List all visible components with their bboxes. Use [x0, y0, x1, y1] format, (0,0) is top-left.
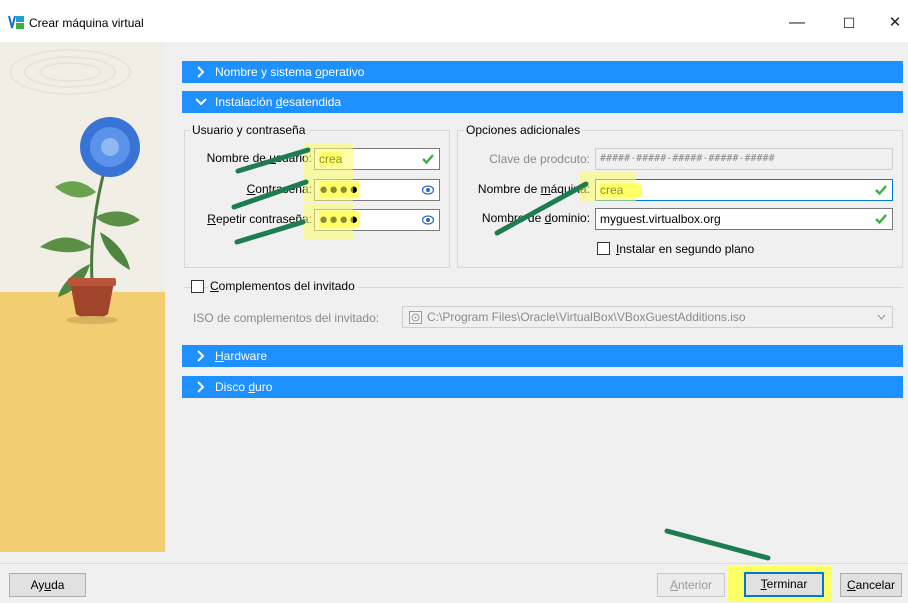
minimize-button[interactable]: —	[774, 8, 820, 38]
domain-input[interactable]: myguest.virtualbox.org	[595, 208, 893, 230]
close-button[interactable]: ✕	[872, 8, 908, 38]
show-password-icon[interactable]	[422, 215, 434, 225]
check-icon	[422, 154, 434, 165]
check-icon	[875, 214, 887, 225]
finish-button[interactable]: Terminar	[744, 572, 824, 597]
install-background-checkbox[interactable]	[597, 242, 610, 255]
check-icon	[875, 185, 887, 196]
install-background-label[interactable]: Instalar en segundo plano	[616, 242, 754, 256]
domain-label: Nombre de dominio:	[481, 211, 590, 225]
maximize-button[interactable]: ☐	[826, 8, 872, 38]
annotation-stroke	[664, 528, 771, 561]
guest-additions-checkbox[interactable]	[191, 280, 204, 293]
repeat-password-input[interactable]: ●●●●	[314, 209, 440, 231]
hostname-input[interactable]: crea	[595, 179, 893, 201]
repeat-password-label: Repetir contraseña:	[207, 212, 312, 226]
section-unattended[interactable]: Instalación desatendida	[182, 91, 903, 113]
iso-select[interactable]: C:\Program Files\Oracle\VirtualBox\VBoxG…	[402, 306, 893, 328]
product-key-input[interactable]: #####-#####-#####-#####-#####	[595, 148, 893, 170]
plant-illustration	[0, 42, 165, 552]
options-group-title: Opciones adicionales	[464, 123, 583, 137]
chevron-right-icon	[197, 350, 205, 362]
title-bar: Crear máquina virtual — ☐ ✕	[0, 0, 908, 42]
user-group-title: Usuario y contraseña	[190, 123, 308, 137]
section-name-os[interactable]: Nombre y sistema operativo	[182, 61, 903, 83]
chevron-down-icon	[877, 314, 886, 320]
username-label: Nombre de usuario:	[206, 151, 312, 165]
product-key-label: Clave de prodcuto:	[489, 152, 590, 166]
section-disk[interactable]: Disco duro	[182, 376, 903, 398]
help-button[interactable]: Ayuda	[9, 573, 86, 597]
hostname-label: Nombre de máquina:	[477, 182, 590, 196]
password-label: Contraseña:	[246, 182, 312, 196]
chevron-right-icon	[197, 66, 205, 78]
chevron-down-icon	[195, 98, 207, 106]
cancel-button[interactable]: Cancelar	[840, 573, 902, 597]
password-input[interactable]: ●●●●	[314, 179, 440, 201]
guest-additions-label[interactable]: Complementos del invitado	[208, 279, 357, 293]
username-input[interactable]: crea	[314, 148, 440, 170]
section-hardware[interactable]: Hardware	[182, 345, 903, 367]
virtualbox-logo-icon	[8, 14, 25, 31]
back-button[interactable]: Anterior	[657, 573, 725, 597]
iso-label: ISO de complementos del invitado:	[193, 311, 380, 325]
window-title: Crear máquina virtual	[29, 16, 144, 30]
wizard-side-image	[0, 42, 165, 552]
disc-icon	[409, 311, 422, 324]
show-password-icon[interactable]	[422, 185, 434, 195]
chevron-right-icon	[197, 381, 205, 393]
